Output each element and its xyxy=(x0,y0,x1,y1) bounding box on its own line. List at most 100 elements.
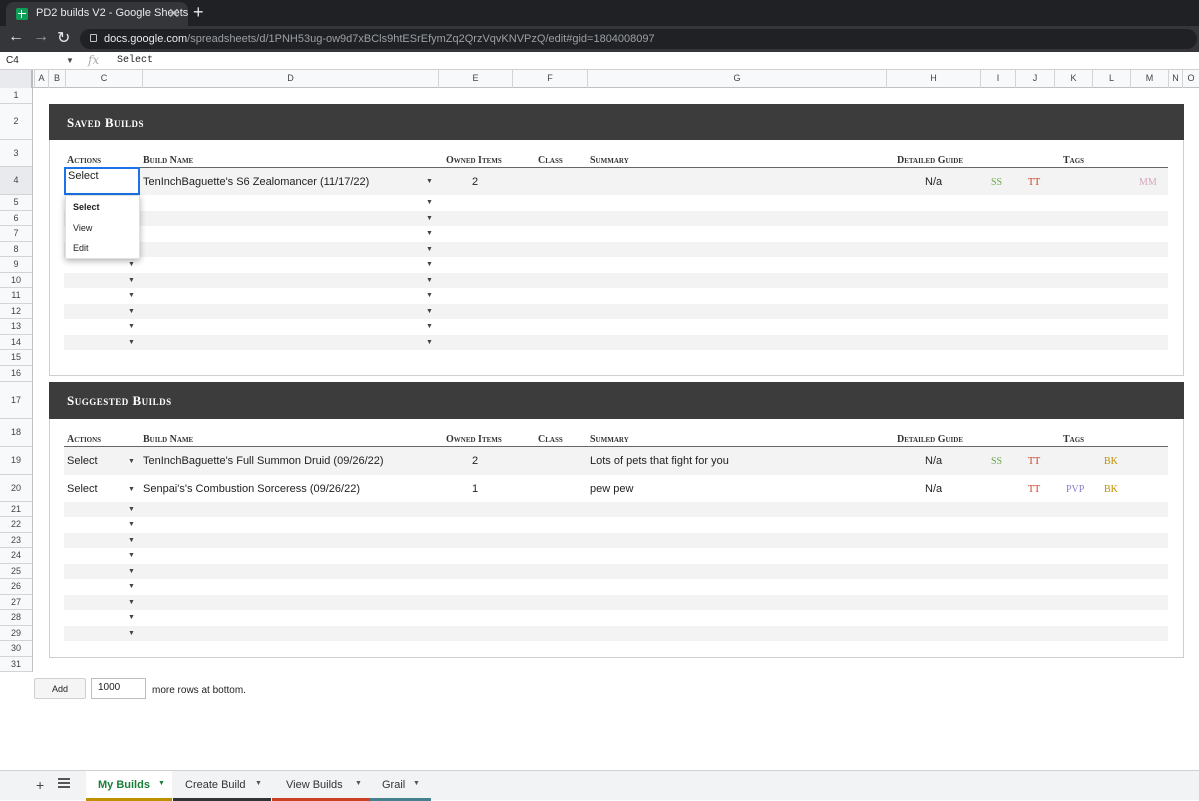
row-header[interactable]: 12 xyxy=(0,304,33,319)
chevron-down-icon[interactable]: ▼ xyxy=(426,339,433,346)
row-header[interactable]: 29 xyxy=(0,626,33,641)
chevron-down-icon[interactable]: ▼ xyxy=(426,246,433,253)
chevron-down-icon[interactable]: ▼ xyxy=(128,630,135,637)
chevron-down-icon[interactable]: ▼ xyxy=(426,277,433,284)
chevron-down-icon[interactable]: ▼ xyxy=(426,323,433,330)
back-icon[interactable]: ← xyxy=(8,28,24,46)
build-name-cell[interactable]: TenInchBaguette's S6 Zealomancer (11/17/… xyxy=(143,176,369,188)
new-tab-icon[interactable]: + xyxy=(193,2,204,23)
chevron-down-icon[interactable]: ▼ xyxy=(426,215,433,222)
name-box[interactable]: C4 xyxy=(6,55,19,66)
sheet-tab-grail[interactable]: Grail ▼ xyxy=(370,771,431,801)
chevron-down-icon[interactable]: ▼ xyxy=(128,261,135,268)
row-header[interactable]: 14 xyxy=(0,335,33,350)
chevron-down-icon[interactable]: ▼ xyxy=(128,552,135,559)
chevron-down-icon[interactable]: ▼ xyxy=(128,292,135,299)
column-header-j[interactable]: J xyxy=(1015,70,1054,88)
row-header[interactable]: 31 xyxy=(0,657,33,672)
column-header-k[interactable]: K xyxy=(1054,70,1092,88)
row-header[interactable]: 13 xyxy=(0,319,33,335)
chevron-down-icon[interactable]: ▼ xyxy=(413,780,420,787)
chevron-down-icon[interactable]: ▼ xyxy=(128,506,135,513)
chevron-down-icon[interactable]: ▼ xyxy=(426,230,433,237)
add-rows-count-input[interactable]: 1000 xyxy=(91,678,146,699)
row-header[interactable]: 5 xyxy=(0,195,33,211)
row-header[interactable]: 30 xyxy=(0,641,33,657)
chevron-down-icon[interactable]: ▼ xyxy=(426,261,433,268)
chevron-down-icon[interactable]: ▼ xyxy=(426,292,433,299)
select-all-corner[interactable] xyxy=(0,70,33,88)
row-header[interactable]: 7 xyxy=(0,226,33,242)
address-bar[interactable]: docs.google.com/spreadsheets/d/1PNH53ug-… xyxy=(80,29,1197,49)
all-sheets-menu-icon[interactable] xyxy=(58,778,70,788)
row-header[interactable]: 26 xyxy=(0,579,33,595)
chevron-down-icon[interactable]: ▼ xyxy=(426,308,433,315)
menu-item-view[interactable]: View xyxy=(73,223,92,233)
row-header[interactable]: 17 xyxy=(0,382,33,419)
row-header[interactable]: 24 xyxy=(0,548,33,564)
row-header[interactable]: 1 xyxy=(0,88,33,104)
row-header[interactable]: 11 xyxy=(0,288,33,304)
sheet-tab-my-builds[interactable]: My Builds ▼ xyxy=(86,771,172,801)
row-header[interactable]: 9 xyxy=(0,257,33,273)
column-header-e[interactable]: E xyxy=(438,70,512,88)
chevron-down-icon[interactable]: ▼ xyxy=(355,780,362,787)
column-header-n[interactable]: N xyxy=(1168,70,1182,88)
chevron-down-icon[interactable]: ▼ xyxy=(128,583,135,590)
row-header[interactable]: 15 xyxy=(0,350,33,366)
chevron-down-icon[interactable]: ▼ xyxy=(255,780,262,787)
row-header[interactable]: 21 xyxy=(0,502,33,517)
sheet-tab-view-builds[interactable]: View Builds ▼ xyxy=(272,771,370,801)
row-header[interactable]: 20 xyxy=(0,475,33,502)
chevron-down-icon[interactable]: ▼ xyxy=(128,568,135,575)
menu-item-select[interactable]: Select xyxy=(73,202,100,212)
action-select[interactable]: Select xyxy=(67,455,98,467)
close-tab-icon[interactable]: ✕ xyxy=(168,5,180,22)
chevron-down-icon[interactable]: ▼ xyxy=(158,780,165,787)
menu-item-edit[interactable]: Edit xyxy=(73,243,89,253)
column-header-o[interactable]: O xyxy=(1182,70,1199,88)
active-cell-c4[interactable]: Select xyxy=(64,167,140,195)
column-header-h[interactable]: H xyxy=(886,70,980,88)
chevron-down-icon[interactable]: ▼ xyxy=(426,178,433,185)
column-header-l[interactable]: L xyxy=(1092,70,1130,88)
browser-tab[interactable]: PD2 builds V2 - Google Sheets ✕ xyxy=(6,2,188,26)
chevron-down-icon[interactable]: ▼ xyxy=(426,199,433,206)
column-header-i[interactable]: I xyxy=(980,70,1015,88)
row-header[interactable]: 16 xyxy=(0,366,33,382)
add-rows-button[interactable]: Add xyxy=(34,678,86,699)
forward-icon[interactable]: → xyxy=(33,28,49,46)
row-header[interactable]: 25 xyxy=(0,564,33,579)
column-header-c[interactable]: C xyxy=(65,70,142,88)
column-header-m[interactable]: M xyxy=(1130,70,1168,88)
column-header-a[interactable]: A xyxy=(34,70,48,88)
row-header[interactable]: 27 xyxy=(0,595,33,610)
chevron-down-icon[interactable]: ▼ xyxy=(128,308,135,315)
row-header[interactable]: 4 xyxy=(0,167,33,195)
add-sheet-icon[interactable]: + xyxy=(36,777,44,793)
chevron-down-icon[interactable]: ▼ xyxy=(128,537,135,544)
reload-icon[interactable]: ↻ xyxy=(57,28,70,48)
chevron-down-icon[interactable]: ▼ xyxy=(128,614,135,621)
chevron-down-icon[interactable]: ▼ xyxy=(128,458,135,465)
chevron-down-icon[interactable]: ▼ xyxy=(128,339,135,346)
column-header-g[interactable]: G xyxy=(587,70,886,88)
row-header[interactable]: 3 xyxy=(0,140,33,167)
action-select[interactable]: Select xyxy=(67,483,98,495)
chevron-down-icon[interactable]: ▼ xyxy=(128,277,135,284)
formula-input[interactable]: Select xyxy=(117,55,153,66)
chevron-down-icon[interactable]: ▼ xyxy=(128,599,135,606)
chevron-down-icon[interactable]: ▼ xyxy=(128,323,135,330)
name-box-dropdown-icon[interactable]: ▼ xyxy=(66,56,74,65)
column-header-b[interactable]: B xyxy=(48,70,65,88)
column-header-f[interactable]: F xyxy=(512,70,587,88)
row-header[interactable]: 10 xyxy=(0,273,33,288)
chevron-down-icon[interactable]: ▼ xyxy=(128,521,135,528)
row-header[interactable]: 2 xyxy=(0,104,33,140)
row-header[interactable]: 6 xyxy=(0,211,33,226)
row-header[interactable]: 19 xyxy=(0,447,33,475)
row-header[interactable]: 23 xyxy=(0,533,33,548)
row-header[interactable]: 18 xyxy=(0,419,33,447)
row-header[interactable]: 8 xyxy=(0,242,33,257)
column-header-d[interactable]: D xyxy=(142,70,438,88)
